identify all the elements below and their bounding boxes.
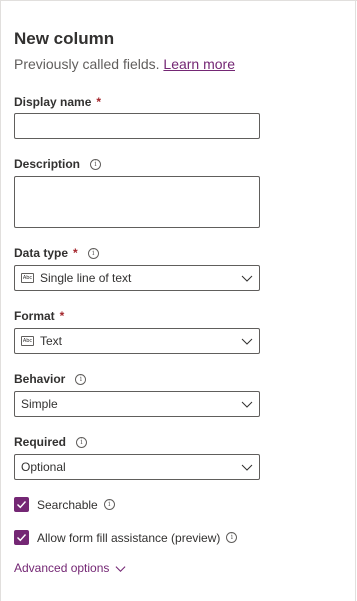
required-marker: *	[96, 95, 102, 109]
subtitle-text: Previously called fields.	[14, 56, 160, 72]
info-icon[interactable]: i	[226, 532, 238, 543]
format-value-text: Text	[40, 334, 63, 348]
required-dropdown[interactable]: Optional	[14, 454, 260, 480]
searchable-option[interactable]: Searchable i	[14, 497, 115, 512]
info-icon[interactable]: i	[90, 158, 102, 170]
frame-left-border	[0, 0, 1, 601]
panel-title: New column	[14, 29, 115, 48]
required-marker: *	[59, 309, 65, 323]
description-textarea[interactable]	[14, 176, 260, 228]
data-type-dropdown[interactable]: Abc Single line of text	[14, 265, 260, 291]
chevron-down-icon	[241, 338, 253, 345]
required-value: Optional	[21, 460, 66, 474]
required-label: Required i	[14, 435, 88, 449]
format-dropdown[interactable]: Abc Text	[14, 328, 260, 354]
form-fill-option[interactable]: Allow form fill assistance (preview) i	[14, 530, 238, 545]
display-name-label: Display name *	[14, 95, 101, 109]
data-type-value-text: Single line of text	[40, 271, 132, 285]
description-label: Description i	[14, 157, 102, 171]
chevron-down-icon	[241, 401, 253, 408]
chevron-down-icon	[115, 565, 126, 572]
data-type-label: Data type * i	[14, 246, 99, 260]
data-type-label-text: Data type	[14, 246, 69, 260]
behavior-label: Behavior i	[14, 372, 87, 386]
display-name-label-text: Display name	[14, 95, 92, 109]
format-label: Format *	[14, 309, 64, 323]
chevron-down-icon	[241, 275, 253, 282]
text-type-icon: Abc	[21, 273, 34, 283]
info-icon[interactable]: i	[87, 247, 99, 259]
info-icon[interactable]: i	[76, 436, 88, 448]
advanced-options-toggle[interactable]: Advanced options	[14, 561, 126, 575]
advanced-options-label: Advanced options	[14, 561, 110, 575]
learn-more-link[interactable]: Learn more	[163, 56, 235, 72]
description-label-text: Description	[14, 157, 81, 171]
required-marker: *	[73, 246, 78, 260]
info-icon[interactable]: i	[103, 499, 115, 510]
checkmark-icon	[17, 501, 27, 509]
form-fill-label: Allow form fill assistance (preview)	[37, 530, 221, 545]
text-type-icon: Abc	[21, 336, 34, 346]
frame-right-border	[355, 0, 356, 601]
behavior-label-text: Behavior	[14, 372, 66, 386]
frame-top-border	[0, 0, 357, 1]
behavior-value: Simple	[21, 397, 58, 411]
info-icon[interactable]: i	[75, 373, 87, 385]
behavior-dropdown[interactable]: Simple	[14, 391, 260, 417]
format-label-text: Format	[14, 309, 55, 323]
checkmark-icon	[17, 534, 27, 542]
searchable-label: Searchable	[37, 497, 98, 512]
chevron-down-icon	[241, 464, 253, 471]
display-name-input[interactable]	[14, 113, 260, 139]
searchable-checkbox[interactable]	[14, 497, 29, 512]
format-value: Abc Text	[21, 334, 62, 348]
panel-subtitle: Previously called fields. Learn more	[14, 56, 235, 72]
data-type-value: Abc Single line of text	[21, 271, 131, 285]
required-label-text: Required	[14, 435, 67, 449]
form-fill-checkbox[interactable]	[14, 530, 29, 545]
